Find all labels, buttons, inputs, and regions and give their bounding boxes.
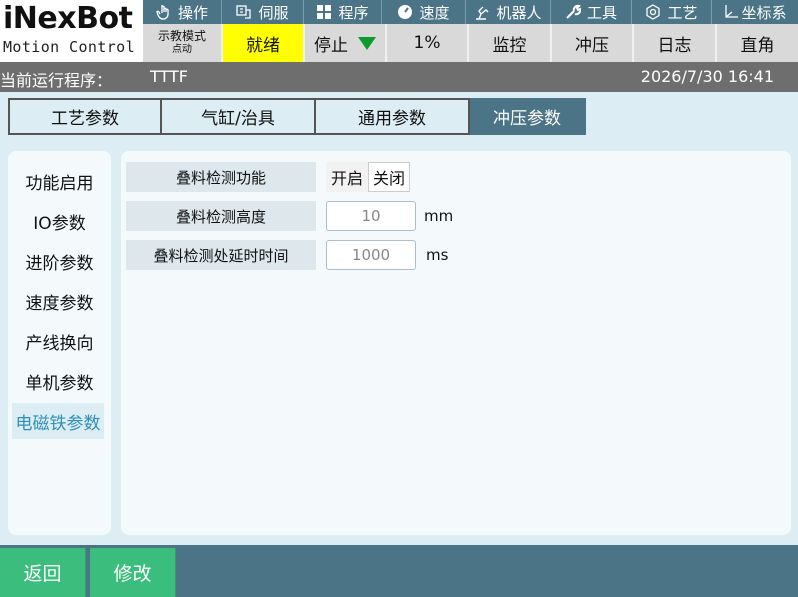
logo-tagline: Motion Control — [3, 38, 136, 56]
stack-height-label: 叠料检测高度 — [126, 201, 316, 231]
nav-coordinate[interactable]: 坐标系 — [711, 0, 798, 24]
param-row-stack-detect: 叠料检测功能 开启 关闭 — [126, 162, 410, 192]
stack-height-unit: mm — [424, 207, 454, 225]
coordinate-axes-icon — [725, 5, 739, 18]
back-button[interactable]: 返回 — [0, 548, 86, 597]
status-bar: 示教模式 点动 就绪 停止 1% 监控 冲压 日志 直角 — [143, 24, 798, 62]
mode-label: 示教模式 — [157, 29, 206, 43]
stack-delay-label: 叠料检测处延时时间 — [126, 240, 316, 270]
stack-detect-on-option[interactable]: 开启 — [326, 162, 368, 192]
side-menu: 功能启用 IO参数 进阶参数 速度参数 产线换向 单机参数 电磁铁参数 — [8, 151, 111, 535]
nav-coordinate-label: 坐标系 — [741, 3, 787, 22]
hand-pointer-icon — [156, 5, 169, 20]
speed-gauge-icon — [398, 5, 413, 19]
nav-robot-label: 机器人 — [496, 3, 542, 22]
side-item-magnet-params[interactable]: 电磁铁参数 — [12, 403, 104, 439]
speed-indicator[interactable]: 1% — [385, 24, 467, 62]
param-row-stack-height: 叠料检测高度 10 mm — [126, 201, 453, 231]
nav-process-label: 工艺 — [667, 3, 698, 22]
current-program-label: 当前运行程序： — [0, 71, 113, 90]
param-tabs: 工艺参数 气缸/治具 通用参数 冲压参数 — [8, 98, 586, 135]
run-state-indicator[interactable]: 停止 — [303, 24, 385, 62]
tab-general-params[interactable]: 通用参数 — [316, 98, 470, 135]
side-item-advanced-params[interactable]: 进阶参数 — [8, 241, 111, 281]
mode-indicator[interactable]: 示教模式 点动 — [143, 24, 221, 62]
servo-icon — [236, 5, 252, 19]
datetime: 2026/7/30 16:41 — [640, 67, 774, 86]
top-nav: 操作 伺服 程序 速度 机器人 工具 工艺 坐标系 — [143, 0, 798, 24]
side-item-line-reverse[interactable]: 产线换向 — [8, 321, 111, 361]
program-grid-icon — [317, 5, 332, 19]
program-bar: 当前运行程序： TTTF 2026/7/30 16:41 — [0, 62, 798, 92]
state-indicator[interactable]: 就绪 — [221, 24, 303, 62]
robot-arm-icon — [476, 6, 489, 20]
modify-button[interactable]: 修改 — [90, 548, 176, 597]
nav-process[interactable]: 工艺 — [631, 0, 711, 24]
nav-operate[interactable]: 操作 — [143, 0, 221, 24]
side-item-standalone-params[interactable]: 单机参数 — [8, 361, 111, 401]
run-state-label: 停止 — [314, 35, 348, 56]
coord-mode-button[interactable]: 直角 — [715, 24, 798, 62]
triangle-down-icon — [358, 36, 376, 50]
process-icon — [646, 4, 661, 20]
tab-process-params[interactable]: 工艺参数 — [8, 98, 162, 135]
mode-sub-label: 点动 — [172, 44, 192, 55]
punch-button[interactable]: 冲压 — [550, 24, 632, 62]
nav-speed[interactable]: 速度 — [381, 0, 465, 24]
stack-detect-off-option[interactable]: 关闭 — [368, 162, 410, 192]
stack-detect-toggle: 开启 关闭 — [326, 162, 410, 192]
nav-speed-label: 速度 — [419, 3, 450, 22]
nav-servo[interactable]: 伺服 — [221, 0, 303, 24]
param-row-stack-delay: 叠料检测处延时时间 1000 ms — [126, 240, 448, 270]
stack-height-input[interactable]: 10 — [326, 201, 416, 231]
wrench-icon — [566, 4, 581, 19]
stack-detect-label: 叠料检测功能 — [126, 162, 316, 192]
tab-cylinder-fixture[interactable]: 气缸/治具 — [162, 98, 316, 135]
nav-program[interactable]: 程序 — [303, 0, 381, 24]
param-panel: 叠料检测功能 开启 关闭 叠料检测高度 10 mm 叠料检测处延时时间 1000… — [121, 151, 791, 535]
nav-operate-label: 操作 — [177, 3, 208, 22]
nav-program-label: 程序 — [338, 3, 369, 22]
nav-servo-label: 伺服 — [258, 3, 289, 22]
side-item-speed-params[interactable]: 速度参数 — [8, 281, 111, 321]
nav-tool-label: 工具 — [586, 3, 617, 22]
footer-bar: 返回 修改 — [0, 545, 798, 597]
log-button[interactable]: 日志 — [632, 24, 715, 62]
side-item-function-enable[interactable]: 功能启用 — [8, 161, 111, 201]
side-item-io-params[interactable]: IO参数 — [8, 201, 111, 241]
current-program-name: TTTF — [150, 67, 188, 86]
stack-delay-unit: ms — [426, 246, 449, 264]
nav-robot[interactable]: 机器人 — [465, 0, 550, 24]
stack-delay-input[interactable]: 1000 — [326, 240, 416, 270]
logo-brand: iNexBot — [3, 1, 133, 36]
nav-tool[interactable]: 工具 — [550, 0, 631, 24]
tab-punch-params[interactable]: 冲压参数 — [470, 98, 586, 135]
monitor-button[interactable]: 监控 — [467, 24, 550, 62]
logo: iNexBot Motion Control — [0, 0, 143, 62]
